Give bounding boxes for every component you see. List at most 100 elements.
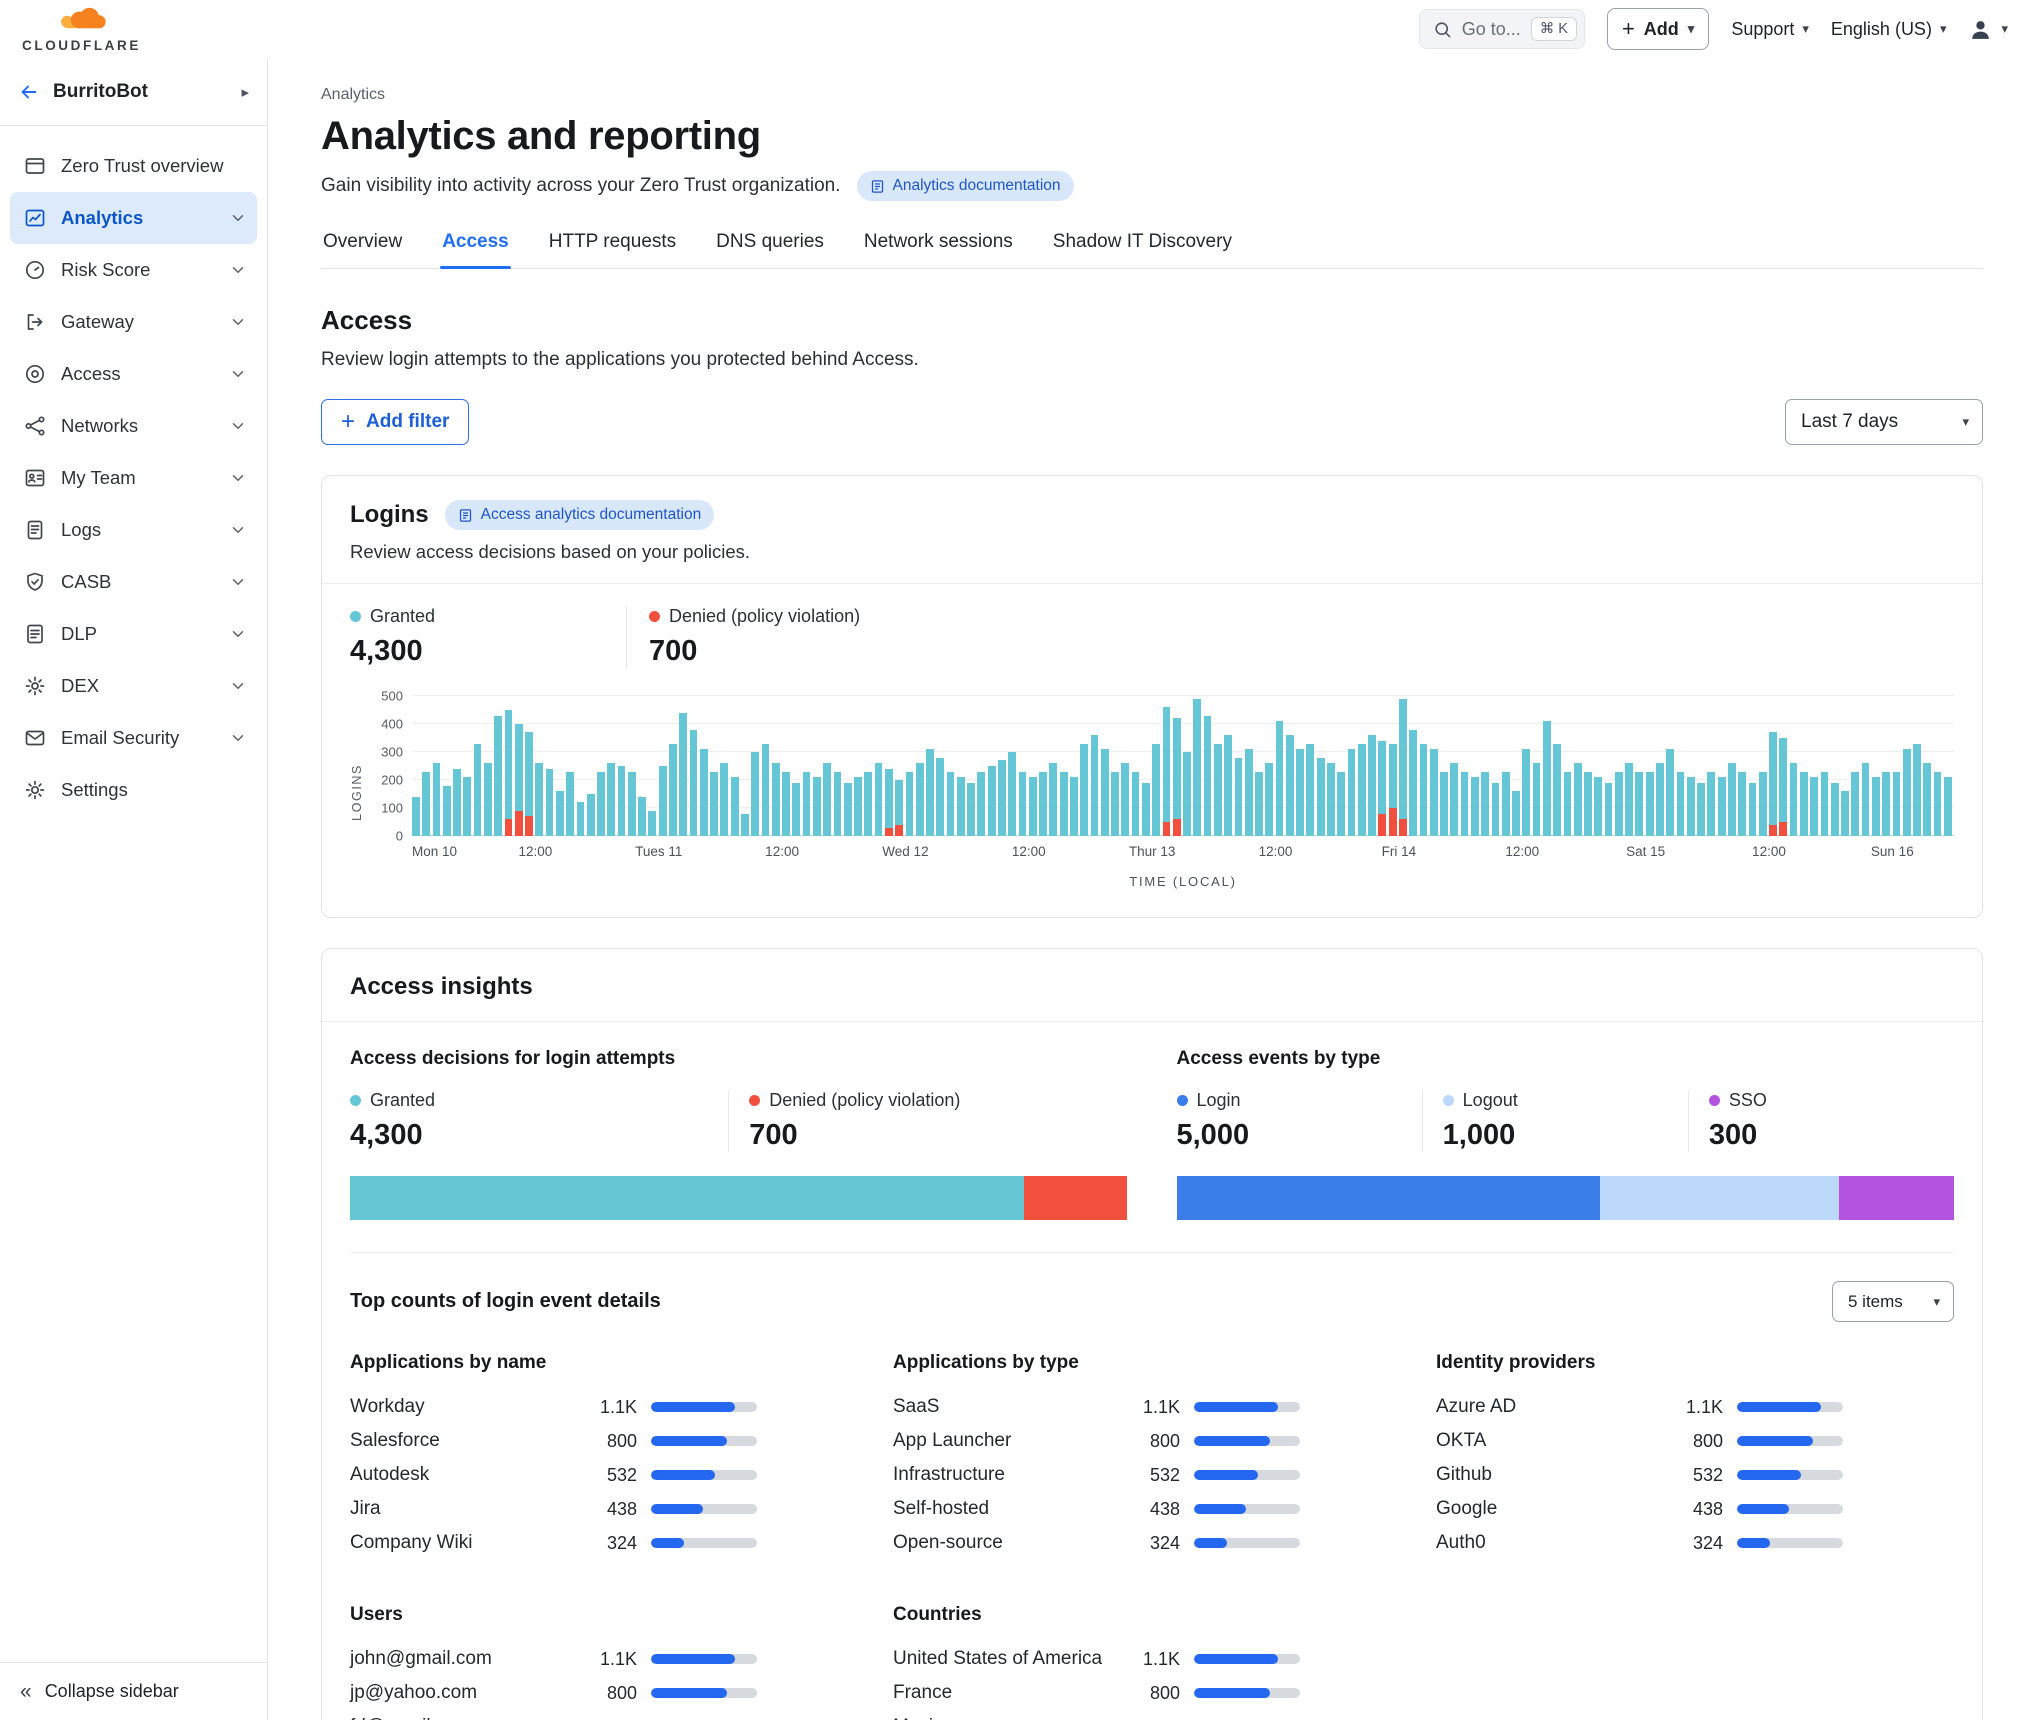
count-bar-track xyxy=(1737,1504,1843,1514)
y-tick-label: 300 xyxy=(381,745,403,760)
x-tick-label: 12:00 xyxy=(765,844,799,859)
chevron-right-icon[interactable]: ▸ xyxy=(241,83,249,101)
count-bar-track xyxy=(651,1470,757,1480)
list-applications-by-type: Applications by type SaaS1.1KApp Launche… xyxy=(893,1352,1300,1560)
tab-overview[interactable]: Overview xyxy=(321,229,404,268)
sidebar-item-label: DEX xyxy=(61,675,99,697)
tab-network-sessions[interactable]: Network sessions xyxy=(862,229,1015,268)
count-row: Autodesk532 xyxy=(350,1458,757,1492)
plus-icon: + xyxy=(1622,18,1635,40)
logins-card: Logins Access analytics documentation Re… xyxy=(321,475,1983,918)
x-tick-label: 12:00 xyxy=(1505,844,1539,859)
denied-value: 700 xyxy=(649,635,860,668)
y-axis-title: LOGINS xyxy=(350,764,364,821)
global-search[interactable]: Go to... ⌘ K xyxy=(1419,9,1585,49)
logout-legend: Logout 1,000 xyxy=(1422,1090,1688,1152)
x-tick-label: 12:00 xyxy=(1012,844,1046,859)
collapse-sidebar-button[interactable]: « Collapse sidebar xyxy=(0,1662,267,1720)
chevron-down-icon: ▾ xyxy=(1940,21,1947,37)
sidebar-item-my-team[interactable]: My Team xyxy=(10,452,257,504)
count-row: Jira438 xyxy=(350,1492,757,1526)
x-tick-label: Wed 12 xyxy=(882,844,928,859)
chevron-down-icon: ▾ xyxy=(1962,414,1969,430)
gateway-icon xyxy=(23,310,47,334)
myteam-icon xyxy=(23,466,47,490)
sidebar-item-label: DLP xyxy=(61,623,97,645)
account-menu[interactable]: ▾ xyxy=(1968,17,2008,42)
insights-title: Access insights xyxy=(350,973,1954,1001)
segment-login xyxy=(1177,1176,1601,1220)
x-tick-label: Sun 16 xyxy=(1871,844,1914,859)
count-row: SaaS1.1K xyxy=(893,1390,1300,1424)
list-countries: Countries United States of America1.1KFr… xyxy=(893,1604,1300,1720)
sidebar-item-gateway[interactable]: Gateway xyxy=(10,296,257,348)
count-bar-track xyxy=(1194,1402,1300,1412)
sidebar-item-email-security[interactable]: Email Security xyxy=(10,712,257,764)
tab-access[interactable]: Access xyxy=(440,229,511,268)
support-menu[interactable]: Support ▾ xyxy=(1731,19,1809,40)
add-button[interactable]: + Add ▾ xyxy=(1607,8,1709,50)
sidebar-item-access[interactable]: Access xyxy=(10,348,257,400)
chevron-down-icon xyxy=(229,729,247,747)
x-tick-label: 12:00 xyxy=(518,844,552,859)
count-row: Open-source324 xyxy=(893,1526,1300,1560)
count-row: fd@gmail.com532 xyxy=(350,1710,757,1720)
access-section-title: Access xyxy=(321,305,1983,336)
sidebar-item-networks[interactable]: Networks xyxy=(10,400,257,452)
cloudflare-logo[interactable]: CLOUDFLARE xyxy=(22,6,141,53)
x-tick-label: Fri 14 xyxy=(1382,844,1417,859)
items-count-select[interactable]: 5 items ▾ xyxy=(1832,1281,1954,1322)
chevron-down-icon xyxy=(229,261,247,279)
count-bar-fill xyxy=(1194,1470,1258,1480)
login-legend: Login 5,000 xyxy=(1177,1090,1422,1152)
count-bar-track xyxy=(1194,1538,1300,1548)
logs-icon xyxy=(23,518,47,542)
add-filter-button[interactable]: + Add filter xyxy=(321,399,469,445)
y-tick-label: 200 xyxy=(381,773,403,788)
sidebar-item-label: Logs xyxy=(61,519,101,541)
tab-shadow-it-discovery[interactable]: Shadow IT Discovery xyxy=(1051,229,1234,268)
sidebar-item-dex[interactable]: DEX xyxy=(10,660,257,712)
count-bar-track xyxy=(1737,1538,1843,1548)
count-bar-track xyxy=(1737,1470,1843,1480)
count-bar-track xyxy=(651,1654,757,1664)
tab-dns-queries[interactable]: DNS queries xyxy=(714,229,826,268)
topbar: CLOUDFLARE Go to... ⌘ K + Add ▾ Support … xyxy=(0,0,2030,58)
top-counts-title: Top counts of login event details xyxy=(350,1290,661,1313)
chevron-down-icon: ▾ xyxy=(1933,1294,1940,1310)
language-menu[interactable]: English (US) ▾ xyxy=(1831,19,1947,40)
sidebar-item-label: Access xyxy=(61,363,121,385)
chevron-down-icon: ▾ xyxy=(1802,21,1809,37)
chevron-down-icon xyxy=(229,209,247,227)
team-name: BurritoBot xyxy=(53,81,228,103)
count-bar-fill xyxy=(1194,1402,1278,1412)
count-row: Google438 xyxy=(1436,1492,1843,1526)
sidebar-nav: Zero Trust overviewAnalyticsRisk ScoreGa… xyxy=(0,126,267,1662)
analytics-documentation-badge[interactable]: Analytics documentation xyxy=(857,171,1074,201)
sidebar-item-settings[interactable]: Settings xyxy=(10,764,257,816)
count-bar-fill xyxy=(1194,1654,1278,1664)
access-analytics-documentation-badge[interactable]: Access analytics documentation xyxy=(445,500,715,530)
count-row: OKTA800 xyxy=(1436,1424,1843,1458)
time-range-select[interactable]: Last 7 days ▾ xyxy=(1785,399,1983,445)
access-events-block: Access events by type Login 5,000 Logout… xyxy=(1177,1048,1955,1220)
list-applications-by-name: Applications by name Workday1.1KSalesfor… xyxy=(350,1352,757,1560)
back-arrow-icon[interactable] xyxy=(18,81,40,103)
sidebar-item-logs[interactable]: Logs xyxy=(10,504,257,556)
tab-http-requests[interactable]: HTTP requests xyxy=(547,229,678,268)
analytics-icon xyxy=(23,206,47,230)
risk-icon xyxy=(23,258,47,282)
search-placeholder: Go to... xyxy=(1462,19,1521,40)
sidebar-item-analytics[interactable]: Analytics xyxy=(10,192,257,244)
sidebar-item-zero-trust-overview[interactable]: Zero Trust overview xyxy=(10,140,257,192)
chevron-down-icon xyxy=(229,625,247,643)
sidebar: BurritoBot ▸ Zero Trust overviewAnalytic… xyxy=(0,58,268,1720)
granted-value: 4,300 xyxy=(350,635,626,668)
sidebar-item-casb[interactable]: CASB xyxy=(10,556,257,608)
sidebar-item-dlp[interactable]: DLP xyxy=(10,608,257,660)
login-dot xyxy=(1177,1095,1188,1106)
count-bar-fill xyxy=(651,1538,684,1548)
chevron-down-icon xyxy=(229,313,247,331)
sidebar-item-risk-score[interactable]: Risk Score xyxy=(10,244,257,296)
x-axis-ticks: Mon 1012:00Tues 1112:00Wed 1212:00Thur 1… xyxy=(412,844,1954,864)
